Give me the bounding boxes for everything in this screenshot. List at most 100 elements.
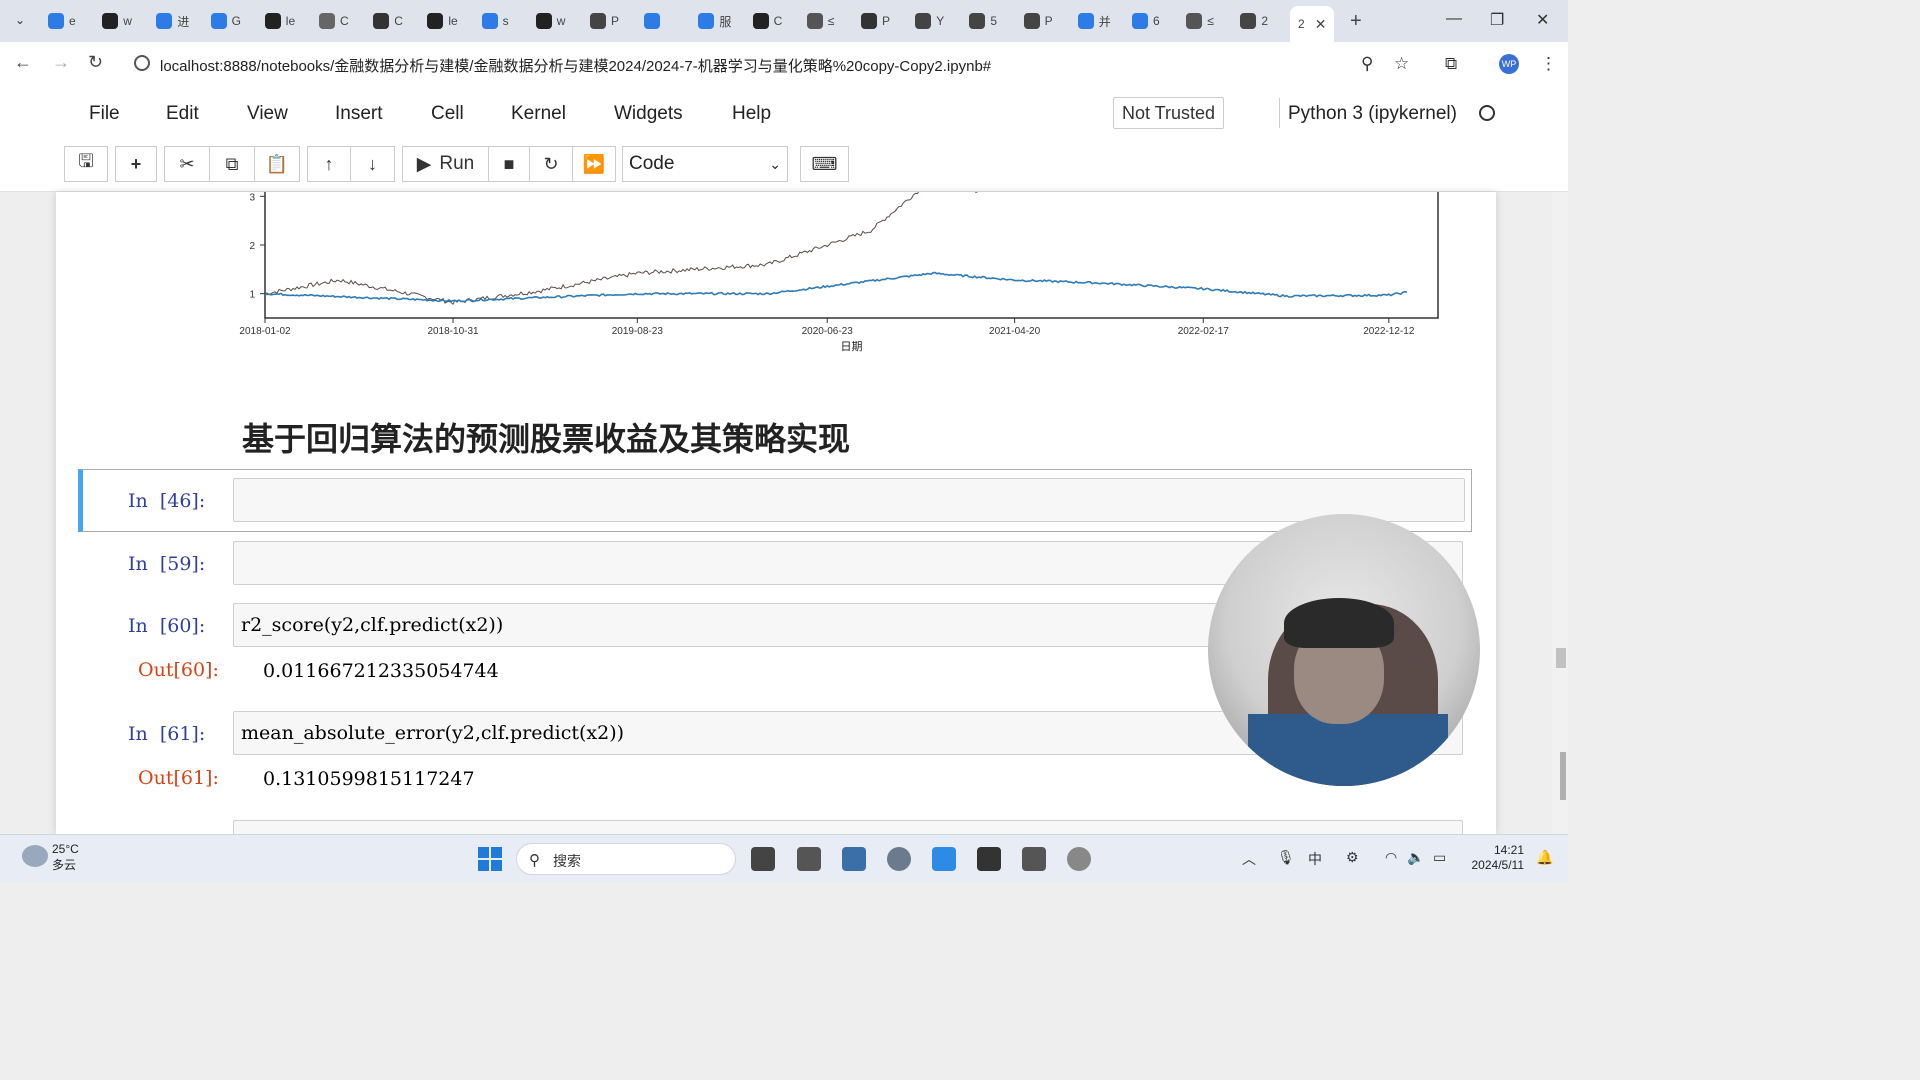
browser-tab[interactable]: G <box>210 8 241 34</box>
extensions-icon[interactable]: ⧉ <box>1445 54 1457 74</box>
site-info-icon[interactable] <box>134 55 150 71</box>
arrow-down-icon: ↓ <box>368 153 377 174</box>
chevron-up-icon[interactable]: ︿ <box>1242 849 1256 869</box>
task-view-icon[interactable] <box>751 847 775 871</box>
browser-tab[interactable]: 进 <box>156 8 189 34</box>
browser-tab[interactable]: s <box>481 8 509 34</box>
taskbar-search[interactable]: ⚲ 搜索 <box>516 843 736 875</box>
wps-icon[interactable] <box>1022 847 1046 871</box>
maximize-icon[interactable]: ❐ <box>1490 10 1504 30</box>
kernel-name[interactable]: Python 3 (ipykernel) <box>1288 103 1457 125</box>
tab-label: C <box>340 14 349 28</box>
minimize-icon[interactable]: — <box>1446 10 1462 28</box>
browser-tab[interactable]: P <box>1023 8 1053 34</box>
paste-icon: 📋 <box>265 153 289 174</box>
browser-tab[interactable]: C <box>319 8 349 34</box>
code-input[interactable] <box>233 478 1465 522</box>
wifi-icon[interactable]: ◠ <box>1385 849 1397 866</box>
browser-tab[interactable]: P <box>590 8 619 34</box>
run-button[interactable]: ▶ Run <box>402 146 489 182</box>
browser-tab[interactable]: C <box>752 8 782 34</box>
browser-menu-icon[interactable]: ⋮ <box>1540 54 1557 74</box>
browser-tab[interactable]: Y <box>915 8 944 34</box>
restart-run-all-button[interactable]: ⏩ <box>572 146 616 182</box>
browser-tab[interactable]: P <box>861 8 890 34</box>
notification-icon[interactable]: 🔔 <box>1536 849 1553 866</box>
move-up-button[interactable]: ↑ <box>307 146 351 182</box>
browser-tab[interactable] <box>644 8 665 34</box>
person-hair <box>1284 598 1394 648</box>
url-text[interactable]: localhost:8888/notebooks/金融数据分析与建模/金融数据分… <box>160 55 991 76</box>
browser-tab[interactable]: le <box>427 8 458 34</box>
next-code-input[interactable] <box>233 820 1463 834</box>
browser-tab[interactable]: w <box>535 8 565 34</box>
active-tab[interactable]: 2 ✕ <box>1290 6 1335 42</box>
browser-tab[interactable]: 服 <box>698 8 731 34</box>
cloud-icon <box>22 845 48 867</box>
weather-widget[interactable]: 25°C 多云 <box>22 841 79 873</box>
microphone-icon[interactable]: 🎙 <box>1277 849 1295 866</box>
chrome-icon[interactable] <box>887 847 911 871</box>
app-icon[interactable] <box>797 847 821 871</box>
menu-file[interactable]: File <box>89 103 120 125</box>
menu-cell[interactable]: Cell <box>431 103 464 125</box>
bookmark-star-icon[interactable]: ☆ <box>1394 54 1409 74</box>
input-method-icon[interactable]: 中 <box>1308 849 1322 869</box>
copy-button[interactable]: ⧉ <box>209 146 255 182</box>
new-tab-button[interactable]: + <box>1350 10 1362 33</box>
close-window-icon[interactable]: ✕ <box>1536 10 1549 30</box>
browser-tab[interactable]: ≤ <box>806 8 834 34</box>
profile-avatar[interactable]: WP <box>1499 54 1519 74</box>
command-palette-button[interactable]: ⌨ <box>800 146 849 182</box>
cell-type-select[interactable]: Code ⌄ <box>622 146 788 182</box>
menu-insert[interactable]: Insert <box>335 103 383 125</box>
menu-widgets[interactable]: Widgets <box>614 103 683 125</box>
browser-tab[interactable]: 6 <box>1132 8 1160 34</box>
browser-tab[interactable]: C <box>373 8 403 34</box>
browser-tab[interactable]: 2 <box>1240 8 1268 34</box>
scroll-thumb[interactable] <box>1560 752 1566 800</box>
battery-icon[interactable]: ▭ <box>1433 849 1446 866</box>
save-button[interactable]: 🖫 <box>64 146 108 182</box>
menu-help[interactable]: Help <box>732 103 771 125</box>
speaker-icon[interactable]: 🔈 <box>1407 849 1424 866</box>
zoom-icon[interactable]: ⚲ <box>1361 54 1373 74</box>
notebook-scrollbar[interactable] <box>1552 192 1568 834</box>
code-cell-46[interactable]: In [46]: <box>78 469 1472 532</box>
menu-view[interactable]: View <box>247 103 288 125</box>
forward-icon[interactable]: → <box>52 52 70 73</box>
restart-button[interactable]: ↻ <box>529 146 573 182</box>
browser-tab[interactable]: e <box>48 8 76 34</box>
clock[interactable]: 14:21 2024/5/11 <box>1466 843 1525 873</box>
code-text[interactable]: mean_absolute_error(y2,clf.predict(x2)) <box>241 722 624 744</box>
file-explorer-icon[interactable] <box>842 847 866 871</box>
browser-tab[interactable]: 并 <box>1077 8 1111 34</box>
browser-tab[interactable]: 5 <box>969 8 997 34</box>
menu-kernel[interactable]: Kernel <box>511 103 566 125</box>
browser-tab[interactable]: ≤ <box>1186 8 1214 34</box>
browser-tab[interactable]: w <box>102 8 132 34</box>
reload-icon[interactable]: ↻ <box>88 52 103 73</box>
cut-button[interactable]: ✂ <box>164 146 210 182</box>
trust-status-button[interactable]: Not Trusted <box>1113 97 1225 129</box>
browser-tab[interactable]: le <box>264 8 295 34</box>
tab-search-menu[interactable]: ⌄ <box>8 8 32 32</box>
paste-button[interactable]: 📋 <box>254 146 300 182</box>
tab-label: 5 <box>990 14 998 28</box>
code-text[interactable]: r2_score(y2,clf.predict(x2)) <box>241 614 503 636</box>
back-icon[interactable]: ← <box>14 52 32 73</box>
start-button[interactable] <box>478 847 502 871</box>
insert-cell-button[interactable]: + <box>115 146 157 182</box>
interrupt-button[interactable]: ■ <box>488 146 530 182</box>
terminal-icon[interactable] <box>977 847 1001 871</box>
tab-label: s <box>502 14 509 28</box>
temperature: 25°C <box>52 842 79 856</box>
close-tab-icon[interactable]: ✕ <box>1315 16 1327 33</box>
menu-edit[interactable]: Edit <box>166 103 199 125</box>
move-down-button[interactable]: ↓ <box>350 146 395 182</box>
app-icon[interactable] <box>932 847 956 871</box>
tray-app-icon[interactable]: ⚙ <box>1346 849 1359 866</box>
address-bar[interactable]: localhost:8888/notebooks/金融数据分析与建模/金融数据分… <box>124 48 1434 80</box>
app-icon[interactable] <box>1067 847 1091 871</box>
tab-label: 服 <box>719 14 732 29</box>
